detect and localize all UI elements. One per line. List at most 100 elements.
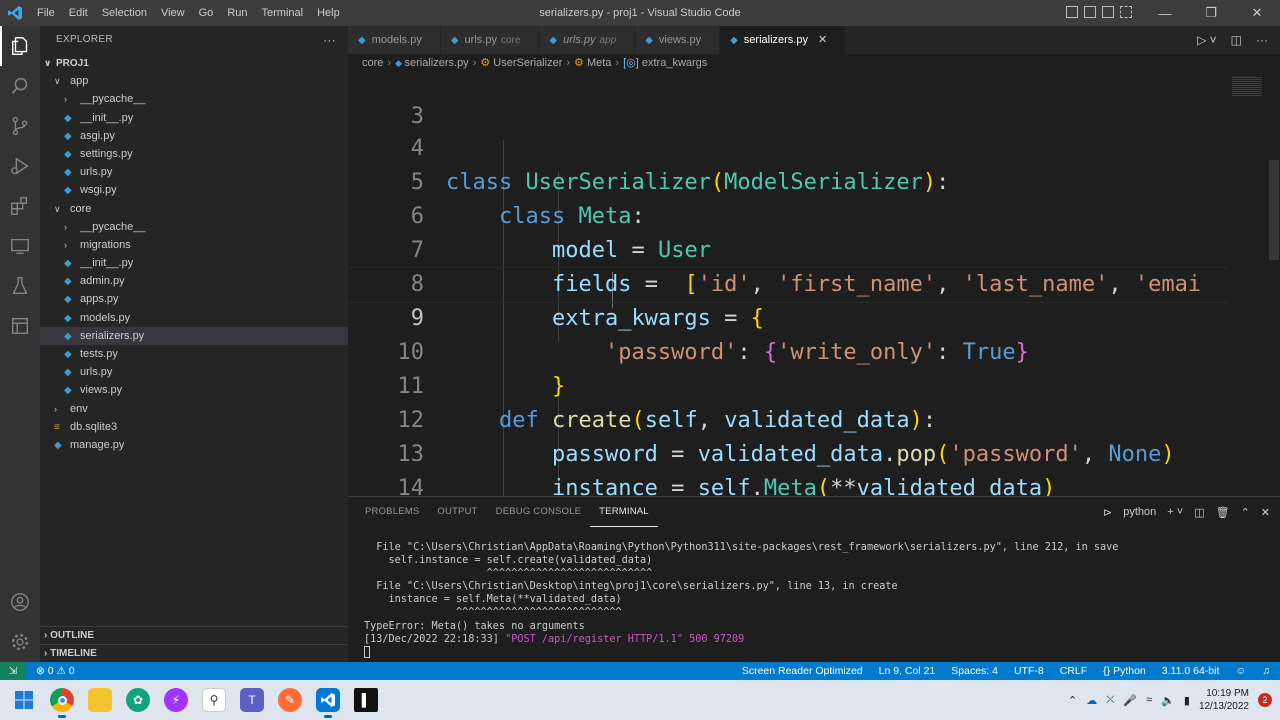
manage-gear-icon[interactable] [0,622,40,662]
menu-selection[interactable]: Selection [95,0,154,26]
tree-file[interactable]: ◆ manage.py [40,436,348,454]
messenger-icon[interactable]: ⚡ [164,688,188,712]
tree-file[interactable]: ◆ urls.py [40,363,348,381]
remote-explorer-icon[interactable] [0,226,40,266]
pycharm-icon[interactable]: ▌ [354,688,378,712]
customize-layout-icon[interactable] [1120,6,1132,18]
menu-edit[interactable]: Edit [62,0,95,26]
breadcrumb-meta[interactable]: Meta [587,57,611,69]
search-app-icon[interactable]: ⚲ [202,688,226,712]
chatgpt-icon[interactable]: ✿ [126,688,150,712]
more-actions-icon[interactable]: ··· [323,26,336,54]
more-actions-icon[interactable]: ··· [1256,33,1268,47]
chevron-up-icon[interactable]: ⌃ [1241,506,1250,519]
tree-file[interactable]: ◆ wsgi.py [40,181,348,199]
onedrive-icon[interactable]: ☁ [1086,694,1097,707]
close-tab-icon[interactable]: ✕ [818,34,827,46]
microphone-icon[interactable]: 🎤 [1123,694,1137,707]
menu-view[interactable]: View [154,0,192,26]
extensions-icon[interactable] [0,186,40,226]
notifications-bell-icon[interactable]: ♫ [1262,662,1270,680]
tree-folder[interactable]: › __pycache__ [40,218,348,236]
tab-views-py[interactable]: ◆ views.py [635,26,721,54]
menu-terminal[interactable]: Terminal [255,0,311,26]
tab-serializers-py[interactable]: ◆ serializers.py ✕ [720,26,847,54]
outline-section[interactable]: › OUTLINE [40,626,348,644]
menu-file[interactable]: File [30,0,62,26]
tree-file[interactable]: ◆ __init__.py [40,109,348,127]
tree-folder[interactable]: › __pycache__ [40,90,348,108]
timeline-section[interactable]: › TIMELINE [40,644,348,662]
notification-badge[interactable]: 2 [1258,693,1272,707]
menu-run[interactable]: Run [220,0,254,26]
cursor-position[interactable]: Ln 9, Col 21 [879,662,936,680]
testing-icon[interactable] [0,266,40,306]
tab-models-py[interactable]: ◆ models.py [348,26,441,54]
end-of-line[interactable]: CRLF [1060,662,1087,680]
toggle-panel-icon[interactable] [1084,6,1096,18]
source-control-icon[interactable] [0,106,40,146]
breadcrumb-class[interactable]: UserSerializer [493,57,562,69]
terminal-output[interactable]: File "C:\Users\Christian\AppData\Roaming… [364,541,1118,659]
tree-file[interactable]: ◆ serializers.py [40,326,348,345]
tab-terminal[interactable]: TERMINAL [590,497,658,527]
run-python-file-icon[interactable]: ▷ ˅ [1197,33,1217,47]
python-interpreter[interactable]: 3.11.0 64-bit [1162,662,1220,680]
toggle-secondary-sidebar-icon[interactable] [1102,6,1114,18]
tree-file[interactable]: ◆ views.py [40,381,348,399]
chrome-icon[interactable] [50,688,74,718]
tree-file[interactable]: ◆ models.py [40,309,348,327]
tree-file[interactable]: ◆ urls.py [40,163,348,181]
split-terminal-icon[interactable]: ◫ [1194,506,1204,519]
windows-start-icon[interactable] [12,688,36,712]
menu-help[interactable]: Help [310,0,347,26]
tree-file[interactable]: ◆ asgi.py [40,127,348,145]
chevron-up-icon[interactable]: ⌃ [1068,694,1077,707]
run-debug-icon[interactable] [0,146,40,186]
tree-file[interactable]: ≡ db.sqlite3 [40,418,348,436]
security-icon[interactable]: ⛌ [1106,694,1114,707]
new-terminal-icon[interactable]: + ˅ [1167,506,1183,518]
feedback-icon[interactable]: ☺ [1235,662,1246,680]
tab-debug-console[interactable]: DEBUG CONSOLE [487,497,590,527]
teams-icon[interactable]: T [240,688,264,712]
explorer-icon[interactable] [0,26,40,66]
screen-reader-status[interactable]: Screen Reader Optimized [742,662,863,680]
accounts-icon[interactable] [0,582,40,622]
kill-terminal-icon[interactable]: 🗑 [1216,506,1230,519]
indentation[interactable]: Spaces: 4 [951,662,998,680]
close-window-icon[interactable]: ✕ [1234,0,1280,26]
tree-folder[interactable]: › env [40,400,348,418]
problems-indicator[interactable]: ⊗ 0 ⚠ 0 [36,662,75,680]
tab-output[interactable]: OUTPUT [428,497,486,527]
breadcrumb-file[interactable]: serializers.py [405,57,469,69]
file-explorer-icon[interactable] [88,688,112,712]
tab-problems[interactable]: PROBLEMS [356,497,428,527]
minimize-icon[interactable]: — [1142,0,1188,26]
tab-urls-py-app[interactable]: ◆ urls.py app [539,26,636,54]
vertical-scrollbar[interactable] [1268,72,1280,496]
wifi-icon[interactable]: ≈ [1146,694,1152,706]
maximize-icon[interactable]: ❐ [1188,0,1234,26]
tree-file[interactable]: ◆ admin.py [40,272,348,290]
breadcrumb-folder[interactable]: core [362,57,383,69]
tab-urls-py-core[interactable]: ◆ urls.py core [440,26,540,54]
language-mode[interactable]: {} Python [1103,662,1146,680]
battery-icon[interactable]: ▮ [1184,694,1190,707]
breadcrumb-variable[interactable]: extra_kwargs [642,57,707,69]
tree-file[interactable]: ◆ __init__.py [40,254,348,272]
docker-icon[interactable] [0,306,40,346]
clock[interactable]: 10:19 PM 12/13/2022 [1199,687,1249,713]
postman-icon[interactable]: ✎ [278,688,302,712]
split-editor-icon[interactable]: ◫ [1231,33,1242,47]
project-root[interactable]: ∨ PROJ1 [40,54,348,72]
tree-file[interactable]: ◆ apps.py [40,290,348,308]
search-icon[interactable] [0,66,40,106]
tree-file[interactable]: ◆ settings.py [40,145,348,163]
remote-indicator-icon[interactable]: ⇲ [0,662,26,680]
tree-file[interactable]: ◆ tests.py [40,345,348,363]
code-editor[interactable]: 3 4 class UserSerializer(ModelSerializer… [348,72,1228,496]
tree-folder[interactable]: ∨ core [40,200,348,218]
close-panel-icon[interactable]: ✕ [1261,506,1270,519]
vscode-taskbar-icon[interactable] [316,688,340,718]
